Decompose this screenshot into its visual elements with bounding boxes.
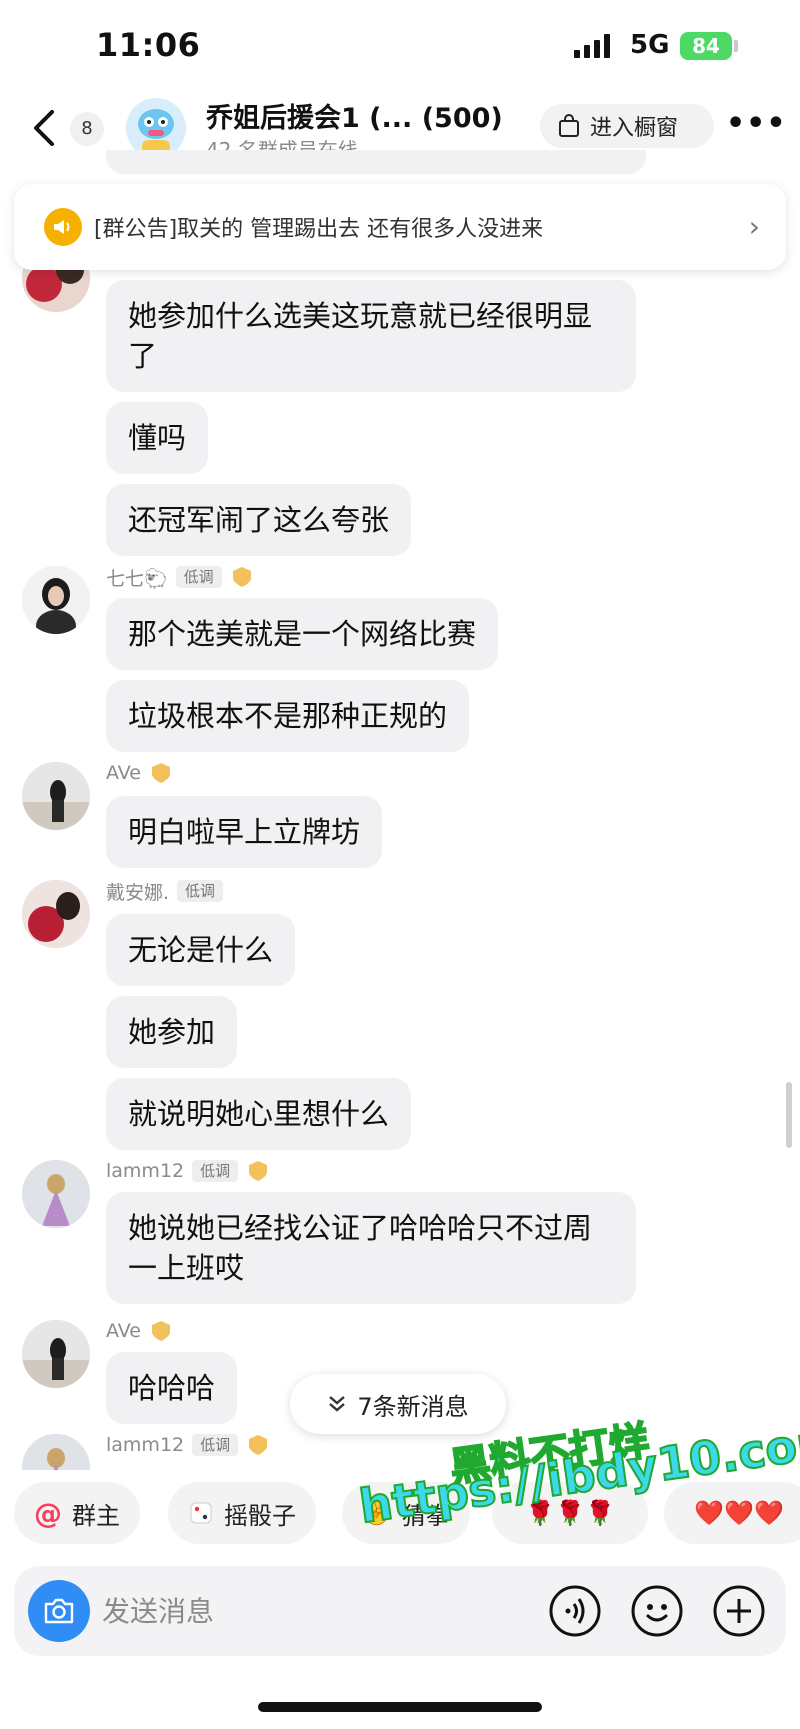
message-list[interactable]: 她参加什么选美这玩意就已经很明显了 懂吗 还冠军闹了这么夸张 七七🐑 低调 那个… bbox=[0, 150, 800, 1470]
sender-name[interactable]: 戴安娜. bbox=[106, 878, 169, 905]
message-input-bar bbox=[14, 1566, 786, 1656]
avatar[interactable] bbox=[22, 1320, 90, 1388]
group-avatar[interactable] bbox=[126, 98, 186, 158]
status-bar: 11:06 5G 84 bbox=[0, 0, 800, 90]
group-announcement[interactable]: [群公告]取关的 管理踢出去 还有很多人没进来 › bbox=[14, 184, 786, 270]
message-bubble: 还冠军闹了这么夸张 bbox=[106, 484, 412, 556]
home-indicator[interactable] bbox=[258, 1702, 542, 1712]
message-bubble: 那个选美就是一个网络比赛 bbox=[106, 598, 499, 670]
new-messages-button[interactable]: 7条新消息 bbox=[290, 1374, 506, 1434]
message-bubble: 就说明她心里想什么 bbox=[106, 1078, 412, 1150]
sender-row: lamm12 低调 bbox=[106, 1432, 270, 1458]
dice-chip[interactable]: 摇骰子 bbox=[168, 1482, 316, 1544]
chip-label: 群主 bbox=[72, 1501, 120, 1530]
sender-row: AVe bbox=[106, 760, 173, 786]
avatar[interactable] bbox=[22, 762, 90, 830]
fan-badge-icon bbox=[152, 763, 170, 783]
member-tag: 低调 bbox=[192, 1434, 239, 1456]
at-icon: @ bbox=[34, 1496, 62, 1530]
hearts-chip[interactable]: ❤️❤️❤️ bbox=[664, 1482, 800, 1544]
fan-badge-icon bbox=[152, 1321, 170, 1341]
hearts-label: ❤️❤️❤️ bbox=[694, 1499, 784, 1527]
member-tag: 低调 bbox=[177, 880, 224, 902]
message-bubble: 明白啦早上立牌坊 bbox=[106, 796, 383, 868]
fan-badge-icon bbox=[249, 1435, 268, 1455]
signal-icon bbox=[574, 34, 610, 58]
sender-row: 戴安娜. 低调 bbox=[106, 878, 224, 905]
group-title[interactable]: 乔姐后援会1 (... (500) bbox=[206, 96, 503, 135]
sender-name[interactable]: lamm12 bbox=[106, 1434, 184, 1456]
bag-icon bbox=[559, 114, 579, 137]
sender-row: AVe bbox=[106, 1318, 173, 1344]
megaphone-icon bbox=[44, 208, 82, 246]
new-messages-label: 7条新消息 bbox=[357, 1392, 469, 1421]
message-bubble: 懂吗 bbox=[106, 402, 209, 474]
enter-window-label: 进入橱窗 bbox=[590, 116, 679, 141]
message-bubble: 她参加什么选美这玩意就已经很明显了 bbox=[106, 280, 636, 392]
message-input[interactable] bbox=[102, 1590, 482, 1632]
enter-window-button[interactable]: 进入橱窗 bbox=[540, 104, 714, 148]
chevron-right-icon[interactable]: › bbox=[749, 210, 760, 243]
mention-owner-chip[interactable]: @ 群主 bbox=[14, 1482, 140, 1544]
back-icon[interactable] bbox=[30, 108, 60, 148]
plus-icon[interactable] bbox=[712, 1584, 766, 1638]
message-bubble: 她参加 bbox=[106, 996, 238, 1068]
sender-name[interactable]: AVe bbox=[106, 762, 141, 784]
fan-badge-icon bbox=[249, 1161, 268, 1181]
message-bubble: 哈哈哈 bbox=[106, 1352, 238, 1424]
avatar[interactable] bbox=[22, 566, 90, 634]
battery-level: 84 bbox=[680, 32, 732, 60]
network-type: 5G bbox=[630, 30, 670, 60]
camera-icon[interactable] bbox=[28, 1580, 90, 1642]
unread-count-badge[interactable]: 8 bbox=[70, 112, 104, 146]
fan-badge-icon bbox=[232, 567, 251, 587]
avatar[interactable] bbox=[22, 1434, 90, 1470]
sender-name[interactable]: AVe bbox=[106, 1320, 141, 1342]
sender-name[interactable]: 七七🐑 bbox=[106, 564, 168, 591]
status-time: 11:06 bbox=[96, 26, 201, 64]
double-chevron-down-icon bbox=[329, 1396, 346, 1412]
sender-row: 七七🐑 低调 bbox=[106, 564, 254, 590]
scrollbar[interactable] bbox=[786, 1082, 792, 1148]
message-bubble: 垃圾根本不是那种正规的 bbox=[106, 680, 470, 752]
member-tag: 低调 bbox=[175, 566, 222, 588]
announcement-text: [群公告]取关的 管理踢出去 还有很多人没进来 bbox=[94, 217, 544, 242]
message-bubble: 无论是什么 bbox=[106, 914, 296, 986]
sender-row: lamm12 低调 bbox=[106, 1158, 270, 1184]
sender-name[interactable]: lamm12 bbox=[106, 1160, 184, 1182]
dice-icon bbox=[190, 1502, 212, 1524]
avatar[interactable] bbox=[22, 880, 90, 948]
battery-cap bbox=[734, 40, 738, 52]
chip-label: 摇骰子 bbox=[224, 1501, 296, 1530]
voice-icon[interactable] bbox=[548, 1584, 602, 1638]
member-tag: 低调 bbox=[192, 1160, 239, 1182]
emoji-icon[interactable] bbox=[630, 1584, 684, 1638]
avatar[interactable] bbox=[22, 1160, 90, 1228]
message-bubble-cut bbox=[106, 150, 646, 174]
more-icon[interactable]: ••• bbox=[726, 109, 786, 144]
message-bubble: 她说她已经找公证了哈哈哈只不过周一上班哎 bbox=[106, 1192, 636, 1304]
